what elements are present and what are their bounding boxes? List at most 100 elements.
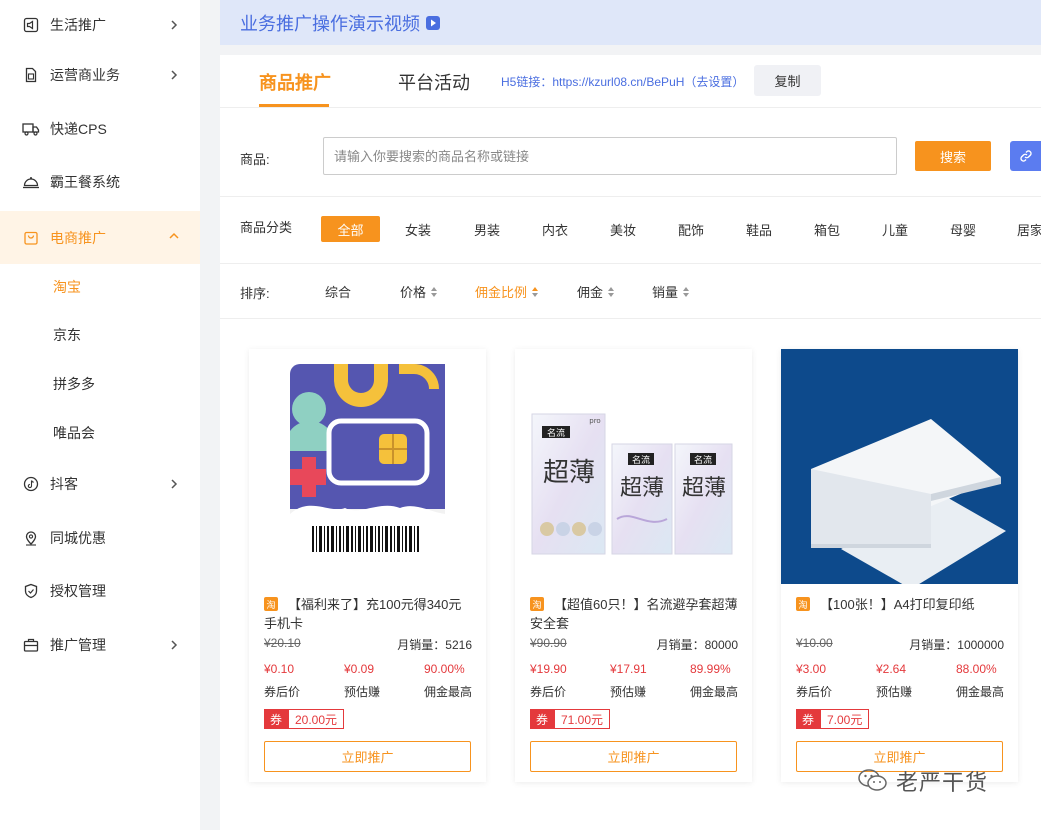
chevron-up-icon [166, 228, 182, 244]
tab-bar: 商品推广 平台活动 H5链接：https://kzurl08.cn/BePuH（… [220, 55, 1041, 108]
sidebar-sub-taobao[interactable]: 淘宝 [0, 264, 200, 310]
video-banner[interactable]: 业务推广操作演示视频 [220, 0, 1041, 45]
sort-price[interactable]: 价格 [400, 282, 438, 301]
promote-now-button[interactable]: 立即推广 [264, 741, 471, 772]
product-image-a4-paper[interactable] [781, 349, 1018, 584]
category-item[interactable]: 儿童 [867, 216, 923, 242]
coupon-tag: 券 [264, 709, 288, 729]
shield-check-icon [22, 582, 40, 600]
estimated-earn-caption: 预估赚 [344, 685, 381, 699]
category-item[interactable]: 居家 [1003, 216, 1041, 242]
sort-commission[interactable]: 佣金 [577, 282, 615, 301]
sidebar-item-auth[interactable]: 授权管理 [0, 566, 200, 616]
category-item[interactable]: 内衣 [527, 216, 583, 242]
sidebar-item-label: 推广管理 [50, 637, 106, 653]
category-item[interactable]: 母婴 [935, 216, 991, 242]
tiktok-icon [22, 475, 40, 493]
divider [220, 318, 1041, 319]
sidebar-sub-pinduoduo[interactable]: 拼多多 [0, 361, 200, 407]
category-item[interactable]: 男装 [459, 216, 515, 242]
product-title[interactable]: 【福利来了】充100元得340元手机卡 [264, 595, 474, 633]
category-item[interactable]: 箱包 [799, 216, 855, 242]
banner-title: 业务推广操作演示视频 [240, 13, 420, 34]
link-button[interactable] [1010, 141, 1041, 171]
sidebar-item-free-meal[interactable]: 霸王餐系统 [0, 157, 200, 207]
sort-label: 排序: [240, 286, 270, 301]
play-video-icon[interactable] [425, 15, 441, 31]
tab-platform-activity[interactable]: 平台活动 [398, 69, 470, 95]
max-commission: 90.00% [424, 662, 465, 676]
link-icon [1019, 150, 1032, 162]
sidebar-item-promo-manage[interactable]: 推广管理 [0, 620, 200, 670]
coupon-price: ¥0.10 [264, 662, 295, 676]
watermark-text: 老严干货 [896, 770, 989, 795]
sort-label-text: 价格 [400, 285, 427, 300]
category-item[interactable]: 配饰 [663, 216, 719, 242]
max-commission-caption: 佣金最高 [690, 685, 739, 699]
dish-cover-icon [22, 173, 40, 191]
monthly-sales: 月销量：80000 [656, 638, 738, 652]
sidebar-item-label: 授权管理 [50, 583, 106, 599]
chevron-right-icon [166, 67, 182, 83]
coupon-badge: 券 7.00元 [796, 709, 870, 729]
location-pin-icon [22, 529, 40, 547]
coupon-tag: 券 [796, 709, 820, 729]
sidebar-item-ecommerce[interactable]: 电商推广 [0, 211, 200, 264]
category-item[interactable]: 美妆 [595, 216, 651, 242]
sidebar-item-label: 霸王餐系统 [50, 174, 120, 190]
estimated-earn: ¥2.64 [876, 662, 907, 676]
coupon-amount: 20.00元 [288, 709, 345, 729]
sidebar-item-label: 同城优惠 [50, 530, 106, 546]
svg-text:名流: 名流 [547, 427, 565, 439]
coupon-badge: 券 20.00元 [264, 709, 345, 729]
search-input[interactable] [323, 137, 897, 175]
sort-arrows-icon [430, 286, 438, 298]
max-commission: 88.00% [956, 662, 997, 676]
chevron-right-icon [166, 476, 182, 492]
coupon-price-caption: 券后价 [264, 685, 301, 699]
product-title[interactable]: 【超值60只！】名流避孕套超薄安全套 [530, 595, 740, 633]
sidebar-sub-jd[interactable]: 京东 [0, 312, 200, 358]
sidebar-item-douke[interactable]: 抖客 [0, 459, 200, 509]
sort-sales[interactable]: 销量 [652, 282, 690, 301]
product-image-condom-box[interactable]: 名流 pro 超薄 名流 超薄 名流 超薄 [515, 349, 752, 584]
megaphone-icon [22, 16, 40, 34]
h5-link[interactable]: H5链接：https://kzurl08.cn/BePuH（去设置） [501, 73, 744, 90]
divider [220, 196, 1041, 197]
sidebar-item-express-cps[interactable]: 快递CPS [0, 104, 200, 154]
sort-label-text: 销量 [652, 285, 679, 300]
sort-commission-rate[interactable]: 佣金比例 [475, 282, 539, 301]
search-button[interactable]: 搜索 [915, 141, 991, 171]
estimated-earn-caption: 预估赚 [876, 685, 913, 699]
sim-card-icon [22, 66, 40, 84]
sidebar-item-local-deals[interactable]: 同城优惠 [0, 513, 200, 563]
sidebar-sub-vip[interactable]: 唯品会 [0, 410, 200, 456]
sidebar-item-life-promo[interactable]: 生活推广 [0, 0, 200, 50]
sidebar-item-label: 运营商业务 [50, 67, 120, 83]
divider [220, 263, 1041, 264]
category-all[interactable]: 全部 [321, 216, 380, 242]
promote-now-button[interactable]: 立即推广 [530, 741, 737, 772]
original-price: ¥20.10 [264, 636, 301, 650]
tab-product-promo[interactable]: 商品推广 [259, 69, 331, 95]
sort-label-text: 综合 [325, 285, 352, 300]
product-card: 淘 【100张！】A4打印复印纸 ¥10.00 月销量：1000000 ¥3.0… [781, 349, 1018, 782]
sort-arrows-icon [531, 286, 539, 298]
original-price: ¥90.90 [530, 636, 567, 650]
monthly-sales: 月销量：1000000 [909, 638, 1004, 652]
category-item[interactable]: 女装 [390, 216, 446, 242]
sidebar-item-label: 生活推广 [50, 17, 106, 33]
category-item[interactable]: 鞋品 [731, 216, 787, 242]
briefcase-icon [22, 636, 40, 654]
sort-overall[interactable]: 综合 [325, 282, 351, 301]
sidebar-item-carrier[interactable]: 运营商业务 [0, 50, 200, 100]
estimated-earn: ¥17.91 [610, 662, 647, 676]
product-card: 淘 【福利来了】充100元得340元手机卡 ¥20.10 月销量：5216 ¥0… [249, 349, 486, 782]
coupon-price: ¥3.00 [796, 662, 827, 676]
main-panel: 商品推广 平台活动 H5链接：https://kzurl08.cn/BePuH（… [220, 55, 1041, 830]
monthly-sales: 月销量：5216 [397, 638, 472, 652]
product-image-sim-card[interactable] [249, 349, 486, 584]
svg-text:超薄: 超薄 [682, 476, 726, 501]
product-title[interactable]: 【100张！】A4打印复印纸 [796, 595, 1006, 614]
copy-button[interactable]: 复制 [754, 65, 821, 96]
